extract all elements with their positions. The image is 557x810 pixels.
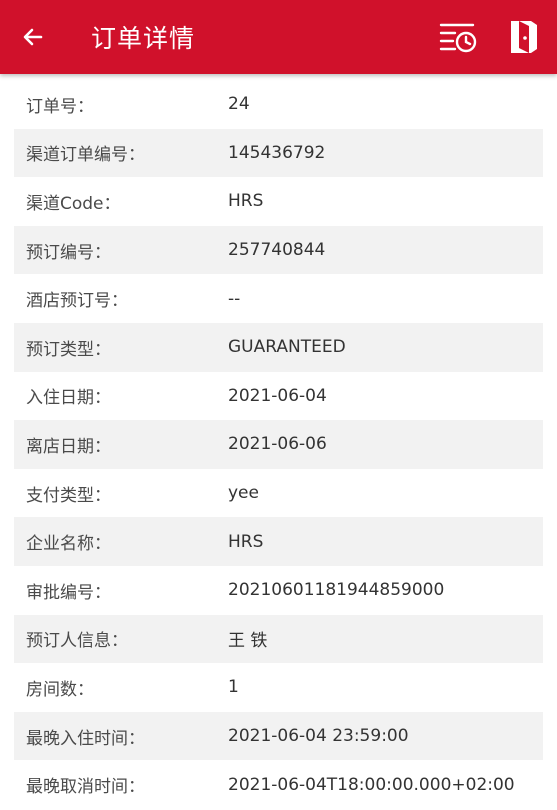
row-latest-check-in-time: 最晚入住时间： 2021-06-04 23:59:00 — [14, 711, 543, 761]
row-label: 渠道订单编号： — [26, 145, 145, 166]
row-payment-type: 支付类型： yee — [14, 469, 543, 518]
row-label: 预订编号： — [26, 242, 111, 263]
row-value: 1 — [228, 677, 239, 698]
row-value: HRS — [228, 191, 264, 212]
row-order-number: 订单号： 24 — [14, 80, 543, 129]
row-approval-number: 审批编号： 20210601181944859000 — [14, 566, 543, 615]
row-channel-code: 渠道Code： HRS — [14, 177, 543, 226]
row-label: 渠道Code： — [26, 193, 121, 214]
row-company-name: 企业名称： HRS — [14, 517, 543, 566]
row-booking-number: 预订编号： 257740844 — [14, 225, 543, 275]
row-value: 145436792 — [228, 142, 326, 163]
row-room-count: 房间数： 1 — [14, 663, 543, 712]
row-latest-cancel-time: 最晚取消时间： 2021-06-04T18:00:00.000+02:00 — [14, 760, 543, 809]
list-clock-icon — [439, 23, 477, 53]
row-value: yee — [228, 483, 259, 504]
row-value: 2021-06-04T18:00:00.000+02:00 — [228, 774, 515, 795]
row-label: 入住日期： — [26, 388, 111, 409]
row-label: 房间数： — [26, 679, 94, 700]
row-value: 2021-06-06 — [228, 434, 327, 455]
row-value: HRS — [228, 531, 264, 552]
row-label: 支付类型： — [26, 485, 111, 506]
row-value: 2021-06-04 23:59:00 — [228, 726, 409, 747]
row-label: 最晚取消时间： — [26, 777, 145, 798]
row-label: 订单号： — [26, 96, 94, 117]
row-channel-order-number: 渠道订单编号： 145436792 — [14, 128, 543, 178]
row-value: 20210601181944859000 — [228, 580, 445, 601]
row-booking-type: 预订类型： GUARANTEED — [14, 322, 543, 372]
back-button[interactable] — [21, 25, 45, 49]
door-exit-icon — [511, 21, 537, 53]
row-label: 最晚入住时间： — [26, 728, 145, 749]
row-label: 离店日期： — [26, 436, 111, 457]
row-value: 王 铁 — [228, 631, 268, 652]
row-label: 预订人信息： — [26, 631, 128, 652]
row-label: 企业名称： — [26, 534, 111, 555]
row-value: 24 — [228, 94, 250, 115]
app-bar: 订单详情 — [0, 0, 557, 74]
page-title: 订单详情 — [91, 24, 196, 53]
row-check-out-date: 离店日期： 2021-06-06 — [14, 420, 543, 469]
arrow-left-icon — [23, 28, 43, 46]
order-detail-list: 订单号： 24 渠道订单编号： 145436792 渠道Code： HRS 预订… — [0, 80, 557, 809]
row-value: -- — [228, 288, 241, 309]
row-booker-info: 预订人信息： 王 铁 — [14, 614, 543, 664]
exit-button[interactable] — [502, 15, 546, 59]
row-label: 酒店预订号： — [26, 291, 128, 312]
row-label: 审批编号： — [26, 582, 111, 603]
row-check-in-date: 入住日期： 2021-06-04 — [14, 372, 543, 421]
history-button[interactable] — [436, 15, 480, 59]
row-value: GUARANTEED — [228, 337, 346, 358]
row-label: 预订类型： — [26, 339, 111, 360]
row-hotel-booking-number: 酒店预订号： -- — [14, 274, 543, 323]
row-value: 257740844 — [228, 240, 326, 261]
row-value: 2021-06-04 — [228, 385, 327, 406]
